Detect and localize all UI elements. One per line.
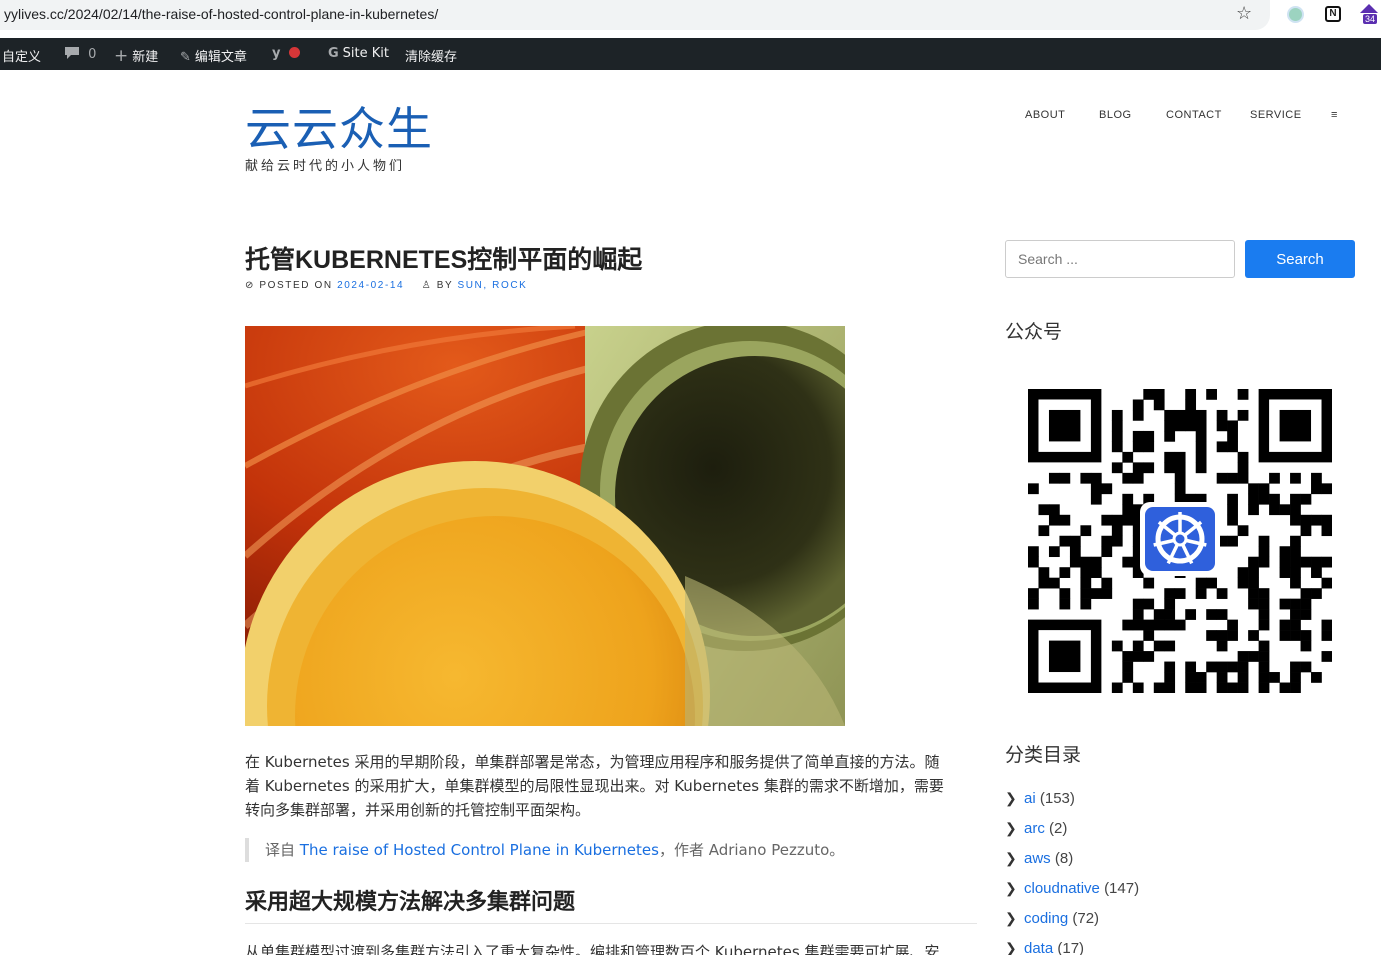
user-icon: ♙ (421, 280, 433, 291)
adminbar-edit[interactable]: ✎ 编辑文章 (180, 46, 247, 65)
translation-quote: 译自 The raise of Hosted Control Plane in … (245, 838, 977, 862)
paragraph-line: 转向多集群部署，并采用创新的托管控制平面架构。 (245, 801, 591, 819)
by-label: BY (436, 280, 454, 291)
category-link[interactable]: cloudnative (1024, 880, 1100, 897)
section-heading: 采用超大规模方法解决多集群问题 (245, 890, 576, 915)
posted-on-label: POSTED ON (259, 280, 333, 291)
source-article-link[interactable]: The raise of Hosted Control Plane in Kub… (300, 841, 659, 859)
category-link[interactable]: arc (1024, 820, 1045, 837)
category-item[interactable]: ❯ aws (8) (1005, 846, 1139, 876)
home-extension-icon[interactable]: 34 (1360, 4, 1380, 26)
google-g-icon: G (328, 46, 339, 61)
seo-status-dot (288, 47, 300, 58)
adminbar-yoast[interactable]: y (272, 46, 300, 61)
plus-icon: + (114, 46, 129, 66)
category-link[interactable]: coding (1024, 910, 1068, 927)
category-count: (153) (1039, 790, 1075, 807)
bookmark-star-icon[interactable]: ☆ (1236, 3, 1252, 24)
category-count: (72) (1072, 910, 1100, 927)
paragraph-line: 在 Kubernetes 采用的早期阶段，单集群部署是常态，为管理应用程序和服务… (245, 753, 940, 771)
search-input[interactable] (1005, 240, 1235, 278)
featured-image (245, 326, 845, 726)
yoast-icon: y (272, 46, 281, 61)
paperclip-icon: ⊘ (245, 280, 255, 291)
category-item[interactable]: ❯ arc (2) (1005, 816, 1139, 846)
category-item[interactable]: ❯ coding (72) (1005, 906, 1139, 936)
post-meta: ⊘ POSTED ON 2024-02-14 ♙ BY SUN, ROCK (245, 280, 527, 291)
nav-service[interactable]: SERVICE (1250, 109, 1302, 121)
post-title: 托管KUBERNETES控制平面的崛起 (245, 246, 643, 274)
quote-suffix: ，作者 Adriano Pezzuto。 (658, 841, 845, 859)
pencil-icon: ✎ (180, 50, 191, 65)
category-link[interactable]: ai (1024, 790, 1036, 807)
comment-bubble-icon (64, 47, 84, 62)
adminbar-comments[interactable]: 0 (64, 46, 96, 62)
hamburger-menu-icon[interactable]: ≡ (1331, 109, 1338, 121)
adminbar-new[interactable]: + 新建 (114, 46, 159, 66)
quote-prefix: 译自 (265, 841, 300, 859)
notion-extension-icon[interactable]: N (1325, 6, 1341, 22)
chevron-right-icon: ❯ (1005, 850, 1017, 866)
chevron-right-icon: ❯ (1005, 880, 1017, 896)
comments-count: 0 (88, 47, 97, 62)
nav-contact[interactable]: CONTACT (1166, 109, 1222, 121)
search-button[interactable]: Search (1245, 240, 1355, 278)
chevron-right-icon: ❯ (1005, 910, 1017, 926)
category-link[interactable]: aws (1024, 850, 1051, 867)
customize-label: 自定义 (2, 50, 42, 65)
wechat-widget-title: 公众号 (1005, 321, 1063, 343)
chevron-right-icon: ❯ (1005, 790, 1017, 806)
paragraph-line: 着 Kubernetes 的采用扩大，单集群模型的局限性显现出来。对 Kuber… (245, 777, 944, 795)
categories-widget-title: 分类目录 (1005, 744, 1082, 766)
site-title[interactable]: 云云众生 (245, 93, 433, 159)
heading-divider (245, 923, 977, 924)
category-count: (17) (1057, 940, 1085, 955)
extension-circle-icon[interactable] (1287, 6, 1304, 23)
sitekit-label: Site Kit (342, 46, 389, 61)
category-item[interactable]: ❯ ai (153) (1005, 786, 1139, 816)
edit-label: 编辑文章 (194, 50, 247, 65)
category-count: (2) (1049, 820, 1068, 837)
site-description: 献给云时代的小人物们 (245, 159, 406, 174)
wechat-qr-code (1028, 389, 1333, 694)
article-paragraph: 在 Kubernetes 采用的早期阶段，单集群部署是常态，为管理应用程序和服务… (245, 750, 977, 822)
category-item[interactable]: ❯ cloudnative (147) (1005, 876, 1139, 906)
nav-blog[interactable]: BLOG (1099, 109, 1132, 121)
adminbar-sitekit[interactable]: G Site Kit (328, 46, 389, 61)
category-count: (8) (1054, 850, 1074, 867)
post-author-link[interactable]: SUN, ROCK (457, 280, 527, 291)
post-date-link[interactable]: 2024-02-14 (337, 280, 404, 291)
new-label: 新建 (132, 50, 159, 65)
browser-toolbar: yylives.cc/2024/02/14/the-raise-of-hoste… (0, 0, 1381, 36)
article-paragraph-2: 从单集群模型过渡到多集群方法引入了重大复杂性。编排和管理数百个 Kubernet… (245, 943, 940, 955)
chevron-right-icon: ❯ (1005, 940, 1017, 955)
category-list: ❯ ai (153) ❯ arc (2) ❯ aws (8) ❯ cloudnative… (1005, 786, 1139, 955)
category-count: (147) (1104, 880, 1140, 897)
category-item[interactable]: ❯ data (17) (1005, 936, 1139, 955)
chevron-right-icon: ❯ (1005, 820, 1017, 836)
wp-admin-bar: 自定义 0 + 新建 ✎ 编辑文章 y G Site Kit 清除缓存 (0, 38, 1381, 70)
extension-badge: 34 (1363, 14, 1378, 24)
category-link[interactable]: data (1024, 940, 1053, 955)
clear-cache-label: 清除缓存 (405, 50, 458, 65)
adminbar-customize[interactable]: 自定义 (2, 46, 41, 65)
address-url[interactable]: yylives.cc/2024/02/14/the-raise-of-hoste… (4, 6, 438, 22)
abstract-paper-art (245, 326, 845, 726)
nav-about[interactable]: ABOUT (1025, 109, 1065, 121)
adminbar-clear-cache[interactable]: 清除缓存 (405, 46, 457, 65)
